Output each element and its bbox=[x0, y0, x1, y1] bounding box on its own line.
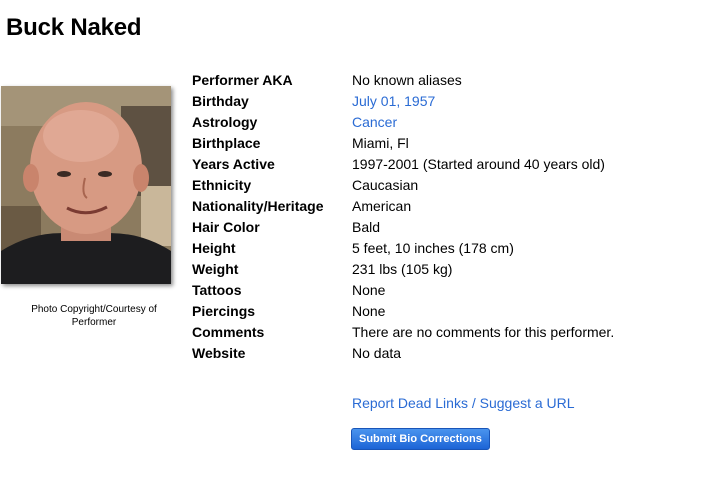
bio-value: No known aliases bbox=[352, 71, 462, 88]
photo-caption: Photo Copyright/Courtesy of Performer bbox=[31, 304, 157, 328]
bio-row: Piercings None bbox=[192, 300, 614, 321]
bio-value: 1997-2001 (Started around 40 years old) bbox=[352, 155, 605, 172]
bio-label: Height bbox=[192, 239, 236, 256]
bio-value: 5 feet, 10 inches (178 cm) bbox=[352, 239, 514, 256]
bio-label: Tattoos bbox=[192, 281, 242, 298]
bio-label: Nationality/Heritage bbox=[192, 197, 324, 214]
bio-value: Bald bbox=[352, 218, 381, 235]
bio-row: Astrology Cancer bbox=[192, 111, 614, 132]
bio-value: There are no comments for this performer… bbox=[352, 323, 615, 340]
page-title: Buck Naked bbox=[6, 14, 142, 41]
bio-label: Hair Color bbox=[192, 218, 260, 235]
bio-row: Birthplace Miami, Fl bbox=[192, 132, 614, 153]
bio-label: Birthplace bbox=[192, 134, 261, 151]
bio-value: Miami, Fl bbox=[352, 134, 409, 151]
performer-photo-image bbox=[1, 86, 171, 284]
bio-row: Nationality/Heritage American bbox=[192, 195, 614, 216]
bio-row: Tattoos None bbox=[192, 279, 614, 300]
bio-value: Caucasian bbox=[352, 176, 419, 193]
bio-label: Website bbox=[192, 344, 246, 361]
bio-row: Hair Color Bald bbox=[192, 216, 614, 237]
report-dead-links-link[interactable]: Report Dead Links / Suggest a URL bbox=[352, 395, 575, 411]
submit-bio-corrections-button[interactable]: Submit Bio Corrections bbox=[351, 428, 490, 450]
bio-value: American bbox=[352, 197, 412, 214]
bio-value: No data bbox=[352, 344, 402, 361]
bio-value: 231 lbs (105 kg) bbox=[352, 260, 453, 277]
bio-label: Piercings bbox=[192, 302, 256, 319]
bio-row: Performer AKA No known aliases bbox=[192, 69, 614, 90]
bio-value-cell: July 01, 1957 bbox=[352, 90, 614, 111]
bio-value: None bbox=[352, 281, 386, 298]
bio-row: Ethnicity Caucasian bbox=[192, 174, 614, 195]
bio-row: Height 5 feet, 10 inches (178 cm) bbox=[192, 237, 614, 258]
bio-label: Comments bbox=[192, 323, 265, 340]
bio-value: None bbox=[352, 302, 386, 319]
bio-row: Birthday July 01, 1957 bbox=[192, 90, 614, 111]
bio-label: Ethnicity bbox=[192, 176, 252, 193]
bio-label: Weight bbox=[192, 260, 239, 277]
bio-label: Performer AKA bbox=[192, 71, 293, 88]
performer-photo bbox=[1, 86, 171, 284]
bio-value-cell: Cancer bbox=[352, 111, 614, 132]
bio-row: Comments There are no comments for this p… bbox=[192, 321, 614, 342]
bio-value-link[interactable]: July 01, 1957 bbox=[352, 93, 435, 109]
bio-table: Performer AKA No known aliases Birthday Jul… bbox=[192, 69, 614, 363]
bio-label: Astrology bbox=[192, 113, 258, 130]
bio-label: Birthday bbox=[192, 92, 249, 109]
bio-value-link[interactable]: Cancer bbox=[352, 114, 397, 130]
bio-row: Weight 231 lbs (105 kg) bbox=[192, 258, 614, 279]
bio-row: Years Active 1997-2001 (Started around 40… bbox=[192, 153, 614, 174]
bio-row: Website No data bbox=[192, 342, 614, 363]
bio-label: Years Active bbox=[192, 155, 275, 172]
